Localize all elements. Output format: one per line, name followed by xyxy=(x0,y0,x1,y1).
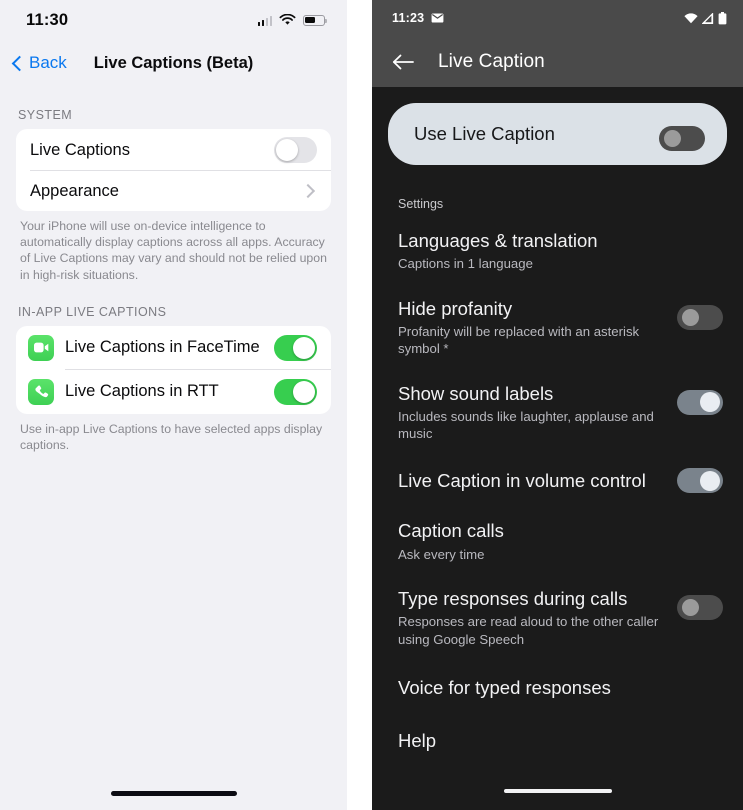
system-settings-card: Live Captions Appearance xyxy=(16,129,331,211)
page-title: Live Caption xyxy=(438,50,545,72)
row-hide-profanity-title: Hide profanity xyxy=(398,297,513,319)
arrow-left-icon[interactable] xyxy=(392,53,414,71)
row-appearance-label: Appearance xyxy=(30,181,119,200)
row-type-responses-subtitle: Responses are read aloud to the other ca… xyxy=(398,614,659,647)
chevron-right-icon xyxy=(300,183,316,199)
row-languages-translation[interactable]: Languages & translation Captions in 1 la… xyxy=(372,217,743,285)
android-home-indicator xyxy=(372,789,743,793)
row-rtt[interactable]: Live Captions in RTT xyxy=(16,370,331,414)
row-live-captions-label: Live Captions xyxy=(30,140,130,159)
row-facetime-label: Live Captions in FaceTime xyxy=(65,338,260,357)
row-caption-calls-title: Caption calls xyxy=(398,520,504,542)
system-footnote: Your iPhone will use on-device intellige… xyxy=(20,219,327,282)
android-status-icons xyxy=(684,11,727,25)
facetime-captions-toggle[interactable] xyxy=(274,335,317,361)
android-status-bar: 11:23 xyxy=(372,0,743,36)
row-rtt-label: Live Captions in RTT xyxy=(65,382,219,401)
battery-icon xyxy=(718,11,727,24)
row-show-sound-labels-title: Show sound labels xyxy=(398,382,554,404)
ios-status-bar: 11:30 xyxy=(0,0,347,40)
signal-triangle-icon xyxy=(702,12,714,24)
section-header-in-app: IN-APP LIVE CAPTIONS xyxy=(18,304,167,319)
dual-phone-screenshot: 11:30 Back Live Captions (Beta) SYSTEM L… xyxy=(0,0,743,810)
hide-profanity-toggle[interactable] xyxy=(677,304,723,330)
row-facetime[interactable]: Live Captions in FaceTime xyxy=(16,326,331,370)
envelope-icon xyxy=(431,13,444,23)
in-app-footnote: Use in-app Live Captions to have selecte… xyxy=(20,421,323,453)
live-captions-toggle[interactable] xyxy=(274,137,317,163)
android-status-time: 11:23 xyxy=(392,11,425,25)
use-live-caption-toggle[interactable] xyxy=(659,125,705,151)
show-sound-labels-toggle[interactable] xyxy=(677,389,723,415)
ios-home-indicator xyxy=(0,791,347,796)
row-languages-translation-title: Languages & translation xyxy=(398,230,598,251)
row-help-title: Help xyxy=(398,730,437,752)
wifi-icon xyxy=(684,12,698,23)
android-live-caption-screen: 11:23 Live Caption Use Live Caption Sett… xyxy=(372,0,743,810)
row-volume-control[interactable]: Live Caption in volume control xyxy=(372,454,743,507)
row-appearance[interactable]: Appearance xyxy=(16,171,331,211)
row-voice-typed-responses[interactable]: Voice for typed responses xyxy=(372,660,743,715)
row-hide-profanity[interactable]: Hide profanity Profanity will be replace… xyxy=(372,285,743,370)
volume-control-toggle[interactable] xyxy=(677,468,723,494)
android-nav-bar: Live Caption xyxy=(372,36,743,87)
in-app-settings-card: Live Captions in FaceTime Live Captions … xyxy=(16,325,331,414)
back-button-label: Back xyxy=(29,53,67,72)
row-type-responses-title: Type responses during calls xyxy=(398,588,628,610)
ios-settings-list: SYSTEM Live Captions Appearance Your iPh… xyxy=(0,86,347,453)
android-settings-list: Use Live Caption Settings Languages & tr… xyxy=(372,103,743,766)
ios-status-time: 11:30 xyxy=(26,10,69,29)
ios-live-captions-screen: 11:30 Back Live Captions (Beta) SYSTEM L… xyxy=(0,0,347,810)
section-header-system: SYSTEM xyxy=(18,108,73,122)
chevron-left-icon xyxy=(11,55,28,71)
row-voice-typed-responses-title: Voice for typed responses xyxy=(398,677,611,698)
use-live-caption-card[interactable]: Use Live Caption xyxy=(388,103,727,165)
ios-status-icons xyxy=(257,14,327,26)
row-show-sound-labels[interactable]: Show sound labels Includes sounds like l… xyxy=(372,370,743,455)
rtt-captions-toggle[interactable] xyxy=(274,379,317,405)
row-help[interactable]: Help xyxy=(372,715,743,766)
back-button[interactable]: Back xyxy=(0,53,67,73)
row-caption-calls-subtitle: Ask every time xyxy=(398,546,485,562)
row-caption-calls[interactable]: Caption calls Ask every time xyxy=(372,507,743,575)
section-header-settings: Settings xyxy=(398,197,444,211)
battery-icon xyxy=(303,14,327,26)
row-hide-profanity-subtitle: Profanity will be replaced with an aster… xyxy=(398,323,640,357)
facetime-video-icon xyxy=(28,334,54,361)
phone-handset-icon xyxy=(28,378,54,405)
use-live-caption-label: Use Live Caption xyxy=(414,123,555,144)
row-type-responses[interactable]: Type responses during calls Responses ar… xyxy=(372,575,743,660)
wifi-icon xyxy=(279,14,296,25)
ios-nav-bar: Back Live Captions (Beta) xyxy=(0,40,347,86)
row-volume-control-title: Live Caption in volume control xyxy=(398,470,646,492)
row-live-captions[interactable]: Live Captions xyxy=(16,129,331,171)
type-responses-toggle[interactable] xyxy=(677,595,723,621)
row-languages-translation-subtitle: Captions in 1 language xyxy=(398,256,533,272)
cellular-signal-icon xyxy=(257,15,272,26)
row-show-sound-labels-subtitle: Includes sounds like laughter, applause … xyxy=(398,408,654,442)
